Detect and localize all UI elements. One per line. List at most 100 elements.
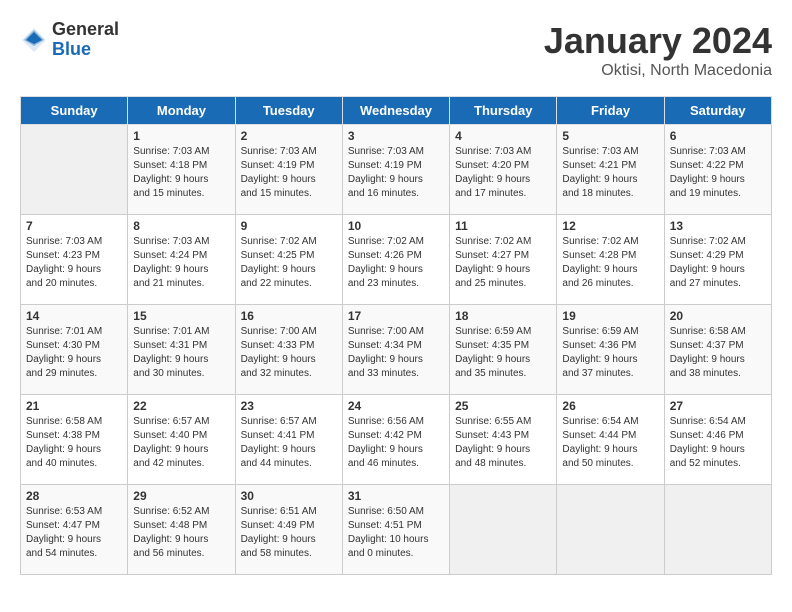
calendar-day-cell: 7Sunrise: 7:03 AMSunset: 4:23 PMDaylight…	[21, 215, 128, 305]
day-info: Sunrise: 7:02 AMSunset: 4:26 PMDaylight:…	[348, 235, 444, 291]
day-info: Sunrise: 7:02 AMSunset: 4:25 PMDaylight:…	[241, 235, 337, 291]
day-of-week-header: Wednesday	[342, 97, 449, 125]
day-info: Sunrise: 6:53 AMSunset: 4:47 PMDaylight:…	[26, 505, 122, 561]
calendar-day-cell: 8 Sunrise: 7:03 AMSunset: 4:24 PMDaylight…	[128, 215, 235, 305]
day-info: Sunrise: 7:03 AMSunset: 4:24 PMDaylight:…	[133, 235, 229, 291]
calendar-day-cell: 13Sunrise: 7:02 AMSunset: 4:29 PMDayligh…	[664, 215, 771, 305]
day-info: Sunrise: 6:57 AMSunset: 4:41 PMDaylight:…	[241, 415, 337, 471]
calendar-day-cell: 31Sunrise: 6:50 AMSunset: 4:51 PMDayligh…	[342, 485, 449, 575]
calendar-day-cell: 29Sunrise: 6:52 AMSunset: 4:48 PMDayligh…	[128, 485, 235, 575]
calendar-day-cell	[21, 125, 128, 215]
day-info: Sunrise: 6:51 AMSunset: 4:49 PMDaylight:…	[241, 505, 337, 561]
day-info: Sunrise: 7:02 AMSunset: 4:28 PMDaylight:…	[562, 235, 658, 291]
day-number: 8	[133, 219, 229, 233]
logo-icon	[20, 26, 48, 54]
day-number: 22	[133, 399, 229, 413]
day-number: 18	[455, 309, 551, 323]
day-of-week-header: Saturday	[664, 97, 771, 125]
day-info: Sunrise: 6:56 AMSunset: 4:42 PMDaylight:…	[348, 415, 444, 471]
logo-general-text: General	[52, 20, 119, 40]
day-info: Sunrise: 7:03 AMSunset: 4:18 PMDaylight:…	[133, 145, 229, 201]
day-number: 31	[348, 489, 444, 503]
calendar-week-row: 21Sunrise: 6:58 AMSunset: 4:38 PMDayligh…	[21, 395, 772, 485]
calendar-day-cell	[450, 485, 557, 575]
day-number: 27	[670, 399, 766, 413]
calendar-day-cell: 19 Sunrise: 6:59 AMSunset: 4:36 PMDayligh…	[557, 305, 664, 395]
calendar-day-cell: 24Sunrise: 6:56 AMSunset: 4:42 PMDayligh…	[342, 395, 449, 485]
day-of-week-header: Tuesday	[235, 97, 342, 125]
calendar-day-cell: 22 Sunrise: 6:57 AMSunset: 4:40 PMDayligh…	[128, 395, 235, 485]
day-info: Sunrise: 7:00 AMSunset: 4:33 PMDaylight:…	[241, 325, 337, 381]
logo: General Blue	[20, 20, 119, 60]
day-number: 17	[348, 309, 444, 323]
calendar-day-cell	[557, 485, 664, 575]
calendar-day-cell: 2 Sunrise: 7:03 AMSunset: 4:19 PMDaylight…	[235, 125, 342, 215]
day-info: Sunrise: 7:03 AMSunset: 4:21 PMDaylight:…	[562, 145, 658, 201]
calendar-day-cell: 6 Sunrise: 7:03 AMSunset: 4:22 PMDaylight…	[664, 125, 771, 215]
day-number: 25	[455, 399, 551, 413]
calendar-header-row: SundayMondayTuesdayWednesdayThursdayFrid…	[21, 97, 772, 125]
calendar-day-cell: 5 Sunrise: 7:03 AMSunset: 4:21 PMDaylight…	[557, 125, 664, 215]
day-number: 4	[455, 129, 551, 143]
day-info: Sunrise: 6:57 AMSunset: 4:40 PMDaylight:…	[133, 415, 229, 471]
day-info: Sunrise: 6:58 AMSunset: 4:37 PMDaylight:…	[670, 325, 766, 381]
day-number: 16	[241, 309, 337, 323]
calendar-day-cell: 27 Sunrise: 6:54 AMSunset: 4:46 PMDayligh…	[664, 395, 771, 485]
day-of-week-header: Sunday	[21, 97, 128, 125]
day-number: 29	[133, 489, 229, 503]
day-info: Sunrise: 6:59 AMSunset: 4:36 PMDaylight:…	[562, 325, 658, 381]
calendar-day-cell: 23 Sunrise: 6:57 AMSunset: 4:41 PMDayligh…	[235, 395, 342, 485]
calendar-day-cell: 14 Sunrise: 7:01 AMSunset: 4:30 PMDayligh…	[21, 305, 128, 395]
day-number: 3	[348, 129, 444, 143]
day-info: Sunrise: 7:02 AMSunset: 4:27 PMDaylight:…	[455, 235, 551, 291]
calendar-day-cell: 21Sunrise: 6:58 AMSunset: 4:38 PMDayligh…	[21, 395, 128, 485]
calendar-week-row: 1 Sunrise: 7:03 AMSunset: 4:18 PMDaylight…	[21, 125, 772, 215]
day-info: Sunrise: 7:03 AMSunset: 4:20 PMDaylight:…	[455, 145, 551, 201]
day-number: 30	[241, 489, 337, 503]
calendar-day-cell: 17 Sunrise: 7:00 AMSunset: 4:34 PMDayligh…	[342, 305, 449, 395]
day-info: Sunrise: 7:03 AMSunset: 4:22 PMDaylight:…	[670, 145, 766, 201]
calendar-day-cell: 16 Sunrise: 7:00 AMSunset: 4:33 PMDayligh…	[235, 305, 342, 395]
day-number: 23	[241, 399, 337, 413]
calendar-week-row: 7Sunrise: 7:03 AMSunset: 4:23 PMDaylight…	[21, 215, 772, 305]
day-info: Sunrise: 7:03 AMSunset: 4:19 PMDaylight:…	[348, 145, 444, 201]
calendar-day-cell: 18 Sunrise: 6:59 AMSunset: 4:35 PMDayligh…	[450, 305, 557, 395]
day-number: 6	[670, 129, 766, 143]
page-header: General Blue January 2024 Oktisi, North …	[20, 20, 772, 80]
calendar-day-cell: 10 Sunrise: 7:02 AMSunset: 4:26 PMDayligh…	[342, 215, 449, 305]
logo-text: General Blue	[52, 20, 119, 60]
day-info: Sunrise: 6:59 AMSunset: 4:35 PMDaylight:…	[455, 325, 551, 381]
title-block: January 2024 Oktisi, North Macedonia	[544, 20, 772, 80]
day-info: Sunrise: 7:03 AMSunset: 4:19 PMDaylight:…	[241, 145, 337, 201]
calendar-day-cell: 4 Sunrise: 7:03 AMSunset: 4:20 PMDaylight…	[450, 125, 557, 215]
day-info: Sunrise: 7:03 AMSunset: 4:23 PMDaylight:…	[26, 235, 122, 291]
calendar-day-cell	[664, 485, 771, 575]
day-number: 13	[670, 219, 766, 233]
day-of-week-header: Monday	[128, 97, 235, 125]
day-number: 26	[562, 399, 658, 413]
calendar-day-cell: 30 Sunrise: 6:51 AMSunset: 4:49 PMDayligh…	[235, 485, 342, 575]
day-number: 2	[241, 129, 337, 143]
day-of-week-header: Friday	[557, 97, 664, 125]
day-number: 1	[133, 129, 229, 143]
day-info: Sunrise: 6:54 AMSunset: 4:46 PMDaylight:…	[670, 415, 766, 471]
calendar-table: SundayMondayTuesdayWednesdayThursdayFrid…	[20, 96, 772, 575]
day-number: 28	[26, 489, 122, 503]
day-info: Sunrise: 6:58 AMSunset: 4:38 PMDaylight:…	[26, 415, 122, 471]
calendar-day-cell: 11 Sunrise: 7:02 AMSunset: 4:27 PMDayligh…	[450, 215, 557, 305]
calendar-subtitle: Oktisi, North Macedonia	[544, 62, 772, 80]
calendar-day-cell: 28 Sunrise: 6:53 AMSunset: 4:47 PMDayligh…	[21, 485, 128, 575]
calendar-title: January 2024	[544, 20, 772, 62]
day-info: Sunrise: 7:00 AMSunset: 4:34 PMDaylight:…	[348, 325, 444, 381]
calendar-day-cell: 3 Sunrise: 7:03 AMSunset: 4:19 PMDaylight…	[342, 125, 449, 215]
day-info: Sunrise: 6:55 AMSunset: 4:43 PMDaylight:…	[455, 415, 551, 471]
day-number: 14	[26, 309, 122, 323]
day-info: Sunrise: 7:01 AMSunset: 4:30 PMDaylight:…	[26, 325, 122, 381]
day-number: 10	[348, 219, 444, 233]
day-number: 11	[455, 219, 551, 233]
day-number: 19	[562, 309, 658, 323]
calendar-day-cell: 12Sunrise: 7:02 AMSunset: 4:28 PMDayligh…	[557, 215, 664, 305]
day-number: 15	[133, 309, 229, 323]
day-number: 5	[562, 129, 658, 143]
calendar-week-row: 14 Sunrise: 7:01 AMSunset: 4:30 PMDayligh…	[21, 305, 772, 395]
